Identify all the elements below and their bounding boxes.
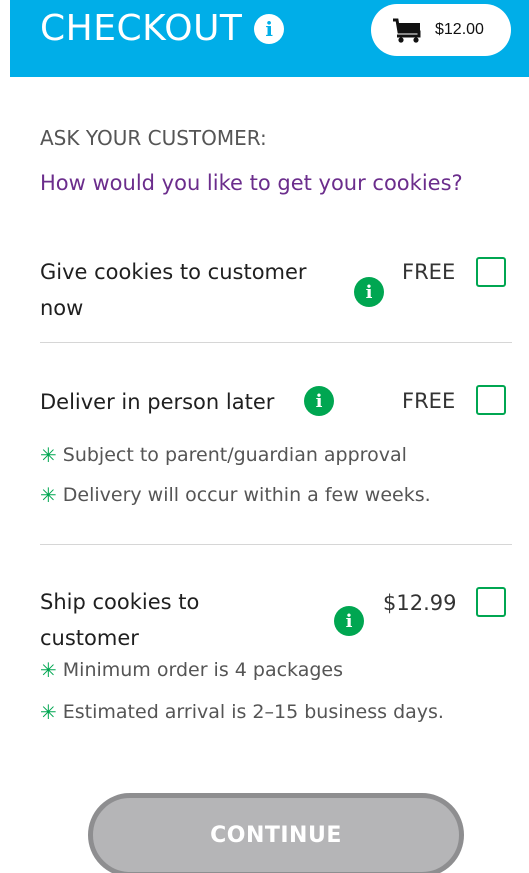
note-text: Estimated arrival is 2–15 business days. <box>62 701 444 723</box>
shopping-cart-icon <box>393 18 421 43</box>
option-ship-title-line1: Ship cookies to <box>40 590 200 614</box>
page-title: CHECKOUT i <box>40 8 285 49</box>
note-text: Subject to parent/guardian approval <box>62 444 407 466</box>
ask-customer-label: ASK YOUR CUSTOMER: <box>40 126 267 150</box>
option-give-now-title: Give cookies to customer now <box>40 254 307 326</box>
ship-price: $12.99 <box>383 591 457 615</box>
option-give-now-title-line1: Give cookies to customer <box>40 260 307 284</box>
checkout-info-icon[interactable]: i <box>254 13 285 44</box>
give-now-checkbox[interactable] <box>476 257 506 287</box>
ship-checkbox[interactable] <box>476 587 506 617</box>
ship-note-2: ✳ Estimated arrival is 2–15 business day… <box>40 700 444 724</box>
asterisk-bullet-icon: ✳ <box>40 483 57 507</box>
give-now-info-icon[interactable]: i <box>354 277 384 307</box>
deliver-later-price: FREE <box>402 389 456 413</box>
deliver-later-note-1: ✳ Subject to parent/guardian approval <box>40 443 407 467</box>
deliver-later-checkbox[interactable] <box>476 385 506 415</box>
delivery-question: How would you like to get your cookies? <box>40 171 463 195</box>
option-ship-title-line2: customer <box>40 626 139 650</box>
ship-info-icon[interactable]: i <box>334 606 364 636</box>
page-title-text: CHECKOUT <box>40 8 243 49</box>
give-now-price: FREE <box>402 260 456 284</box>
asterisk-bullet-icon: ✳ <box>40 443 57 467</box>
option-deliver-later-title: Deliver in person later <box>40 390 275 414</box>
divider <box>40 544 512 545</box>
checkout-header: CHECKOUT i $12.00 <box>10 0 529 77</box>
note-text: Minimum order is 4 packages <box>62 659 344 681</box>
cart-button[interactable]: $12.00 <box>371 4 511 56</box>
deliver-later-note-2: ✳ Delivery will occur within a few weeks… <box>40 483 431 507</box>
option-give-now-title-line2: now <box>40 296 84 320</box>
divider <box>40 342 512 343</box>
option-ship-title: Ship cookies to customer <box>40 584 199 656</box>
note-text: Delivery will occur within a few weeks. <box>62 484 431 506</box>
cart-total: $12.00 <box>435 21 484 38</box>
asterisk-bullet-icon: ✳ <box>40 658 57 682</box>
continue-button[interactable]: CONTINUE <box>88 793 464 873</box>
deliver-later-info-icon[interactable]: i <box>304 386 334 416</box>
asterisk-bullet-icon: ✳ <box>40 700 57 724</box>
ship-note-1: ✳ Minimum order is 4 packages <box>40 658 343 682</box>
